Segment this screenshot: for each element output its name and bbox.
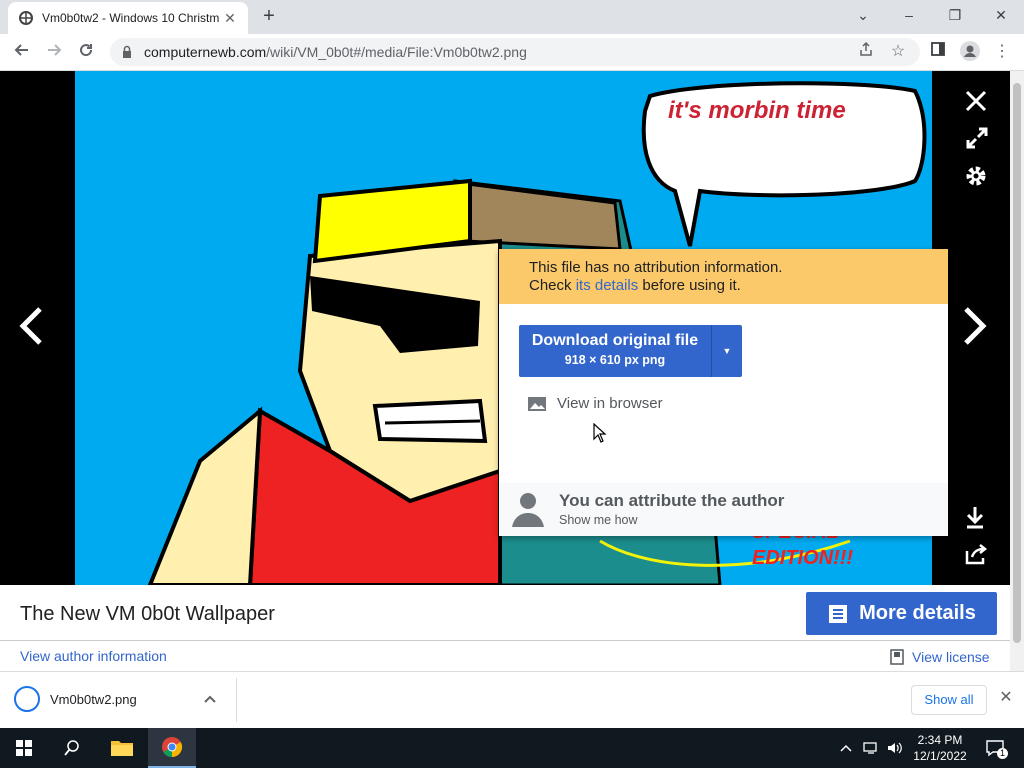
tab-active[interactable]: Vm0b0tw2 - Windows 10 Christm ✕ <box>8 2 248 34</box>
url-host: computernewb.com <box>144 44 267 60</box>
network-icon[interactable] <box>860 728 882 768</box>
download-item-menu-button[interactable] <box>204 692 216 706</box>
browser-toolbar: computernewb.com/wiki/VM_0b0t#/media/Fil… <box>0 34 1024 71</box>
page-scrollbar[interactable] <box>1010 71 1024 671</box>
notification-count: 1 <box>997 748 1008 759</box>
back-button[interactable] <box>10 41 34 65</box>
profile-avatar-icon[interactable] <box>958 41 982 65</box>
show-hidden-icons-button[interactable] <box>836 728 856 768</box>
chevron-right-icon <box>964 307 987 345</box>
close-downloads-bar-icon[interactable]: ✕ <box>996 688 1016 708</box>
reload-button[interactable] <box>74 41 98 65</box>
speech-bubble-text: it's morbin time <box>668 97 846 124</box>
attribution-section[interactable]: You can attribute the author Show me how <box>499 483 948 536</box>
view-license-label: View license <box>912 649 990 665</box>
view-in-browser-link[interactable]: View in browser <box>527 395 663 412</box>
tab-title: Vm0b0tw2 - Windows 10 Christm <box>42 11 220 25</box>
show-me-how-link[interactable]: Show me how <box>559 513 638 527</box>
url-path: /wiki/VM_0b0t#/media/File:Vm0b0tw2.png <box>266 44 527 60</box>
download-item[interactable]: Vm0b0tw2.png <box>14 686 137 712</box>
tab-close-icon[interactable]: ✕ <box>222 10 238 27</box>
file-explorer-button[interactable] <box>98 728 146 768</box>
restore-button[interactable]: ❐ <box>932 4 978 28</box>
download-label: Download original file <box>531 332 699 349</box>
attribution-warning: This file has no attribution information… <box>499 249 948 304</box>
tab-search-button[interactable]: ⌄ <box>840 4 886 28</box>
folder-icon <box>111 741 133 756</box>
start-button[interactable] <box>0 728 48 768</box>
taskbar-clock[interactable]: 2:34 PM 12/1/2022 <box>905 732 975 764</box>
settings-button[interactable] <box>964 164 988 193</box>
site-favicon-icon <box>19 11 33 25</box>
share-button[interactable] <box>964 543 988 570</box>
chrome-taskbar-button[interactable] <box>148 728 196 768</box>
address-bar[interactable]: computernewb.com/wiki/VM_0b0t#/media/Fil… <box>110 38 920 66</box>
expand-icon <box>966 127 988 149</box>
chevron-up-icon <box>204 695 216 703</box>
taskbar-search-button[interactable] <box>48 728 96 768</box>
divider <box>236 678 237 722</box>
download-button[interactable] <box>964 505 986 534</box>
close-viewer-button[interactable] <box>964 89 988 118</box>
forward-button[interactable] <box>42 41 66 65</box>
mouse-cursor-icon <box>593 423 607 443</box>
warning-line1: This file has no attribution information… <box>529 259 783 276</box>
windows-taskbar: 2:34 PM 12/1/2022 1 <box>0 728 1024 768</box>
share-icon[interactable] <box>854 41 878 65</box>
download-original-button[interactable]: Download original file 918 × 610 px png <box>519 325 711 377</box>
download-options-dropdown[interactable]: ▼ <box>711 325 742 377</box>
new-tab-button[interactable]: + <box>258 6 280 28</box>
clock-date: 12/1/2022 <box>913 749 967 763</box>
search-icon <box>64 740 79 756</box>
file-metadata-bar: The New VM 0b0t Wallpaper More details V… <box>0 585 1010 671</box>
chevron-left-icon <box>19 307 42 345</box>
chrome-icon <box>162 737 183 758</box>
windows-logo-icon <box>16 740 32 756</box>
view-author-link[interactable]: View author information <box>20 648 167 664</box>
download-size: 918 × 610 px png <box>564 353 666 367</box>
its-details-link[interactable]: its details <box>576 277 639 294</box>
menu-kebab-icon[interactable]: ⋮ <box>990 41 1014 65</box>
gear-icon <box>966 166 986 186</box>
window-close-button[interactable]: ✕ <box>978 4 1024 28</box>
minimize-button[interactable]: – <box>886 4 932 28</box>
side-panel-icon[interactable] <box>926 41 950 65</box>
view-in-browser-label: View in browser <box>557 395 663 412</box>
more-details-label: More details <box>859 602 976 624</box>
user-avatar-icon <box>512 493 544 527</box>
image-icon <box>528 396 546 411</box>
forward-arrow-icon <box>48 44 62 56</box>
notifications-button[interactable]: 1 <box>980 728 1010 768</box>
show-all-button[interactable]: Show all <box>911 685 987 715</box>
download-filename: Vm0b0tw2.png <box>50 691 137 707</box>
close-icon <box>965 90 987 112</box>
scrollbar-thumb[interactable] <box>1013 83 1021 643</box>
warning-line2: Check its details before using it. <box>529 277 741 294</box>
download-icon <box>966 507 984 529</box>
back-arrow-icon <box>14 44 28 56</box>
attribution-title: You can attribute the author <box>559 491 785 510</box>
view-license-link[interactable]: View license <box>890 649 990 665</box>
download-progress-icon <box>14 686 40 712</box>
file-title: The New VM 0b0t Wallpaper <box>20 603 275 625</box>
document-icon <box>829 604 848 623</box>
caption-line2: EDITION!!! <box>752 547 854 569</box>
tab-strip: Vm0b0tw2 - Windows 10 Christm ✕ + ⌄ – ❐ … <box>0 0 1024 34</box>
divider <box>0 640 1010 641</box>
volume-icon[interactable] <box>884 728 906 768</box>
bookmark-star-icon[interactable]: ☆ <box>886 41 910 65</box>
clock-time: 2:34 PM <box>917 733 963 747</box>
fullscreen-button[interactable] <box>966 127 988 154</box>
lock-icon <box>123 45 131 58</box>
license-icon <box>890 649 904 665</box>
downloads-bar: Vm0b0tw2.png Show all ✕ <box>0 671 1024 728</box>
download-popup: This file has no attribution information… <box>499 249 948 536</box>
previous-image-button[interactable] <box>18 306 44 351</box>
more-details-button[interactable]: More details <box>806 592 997 635</box>
reload-icon <box>80 44 93 57</box>
chevron-up-icon <box>840 744 852 752</box>
share-arrow-icon <box>965 544 988 565</box>
next-image-button[interactable] <box>962 306 988 351</box>
